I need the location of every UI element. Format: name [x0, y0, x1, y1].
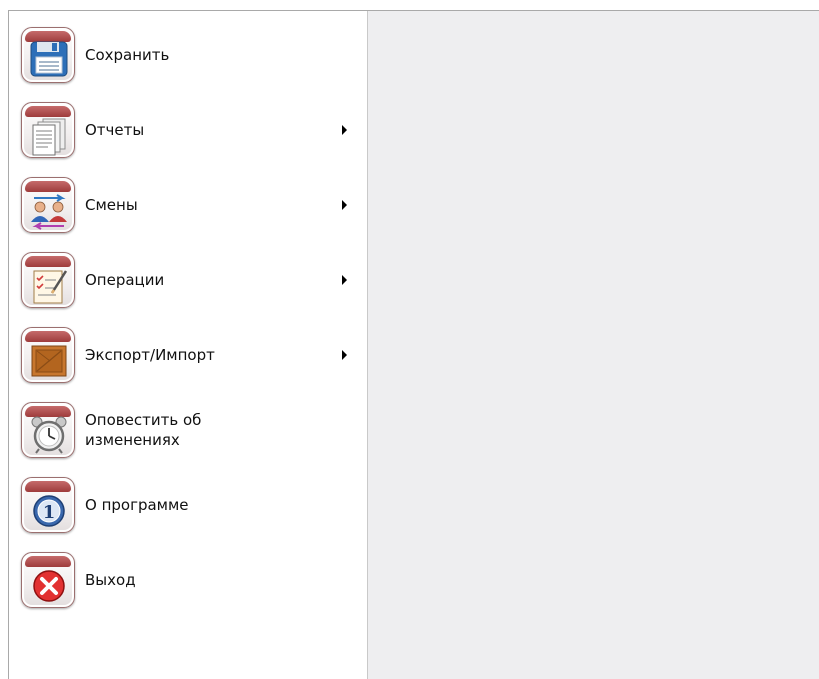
svg-text:1: 1	[43, 502, 56, 523]
menu-item-label: Выход	[85, 571, 136, 589]
application-menu: Сохранить Отчеты Смены Операции Экспорт/…	[8, 10, 819, 679]
menu-item-shifts[interactable]: Смены	[21, 173, 357, 237]
menu-item-label: Операции	[85, 271, 165, 289]
menu-item-label: Отчеты	[85, 121, 145, 139]
info-icon: 1	[21, 477, 75, 533]
menu-item-save[interactable]: Сохранить	[21, 23, 357, 87]
alarm-clock-icon	[21, 402, 75, 458]
menu-item-label: Экспорт/Импорт	[85, 346, 215, 364]
recent-items-panel	[368, 11, 819, 679]
submenu-arrow-icon	[342, 350, 347, 360]
menu-item-label: Смены	[85, 196, 138, 214]
submenu-arrow-icon	[342, 125, 347, 135]
menu-item-label: Сохранить	[85, 46, 170, 64]
menu-item-notify-changes[interactable]: Оповестить об изменениях	[21, 398, 357, 462]
label-line-1: Оповестить об	[85, 411, 202, 429]
shifts-icon	[21, 177, 75, 233]
export-import-icon	[21, 327, 75, 383]
reports-icon	[21, 102, 75, 158]
menu-item-operations[interactable]: Операции	[21, 248, 357, 312]
menu-item-export-import[interactable]: Экспорт/Импорт	[21, 323, 357, 387]
menu-item-about[interactable]: 1 О программе	[21, 473, 357, 537]
menu-item-reports[interactable]: Отчеты	[21, 98, 357, 162]
save-icon	[21, 27, 75, 83]
label-line-2: изменениях	[85, 431, 180, 449]
operations-icon	[21, 252, 75, 308]
submenu-arrow-icon	[342, 275, 347, 285]
menu-items-pane: Сохранить Отчеты Смены Операции Экспорт/…	[9, 11, 368, 679]
submenu-arrow-icon	[342, 200, 347, 210]
exit-icon	[21, 552, 75, 608]
menu-item-label: О программе	[85, 496, 189, 514]
menu-item-label: Оповестить об изменениях	[85, 410, 357, 450]
menu-item-exit[interactable]: Выход	[21, 548, 357, 612]
